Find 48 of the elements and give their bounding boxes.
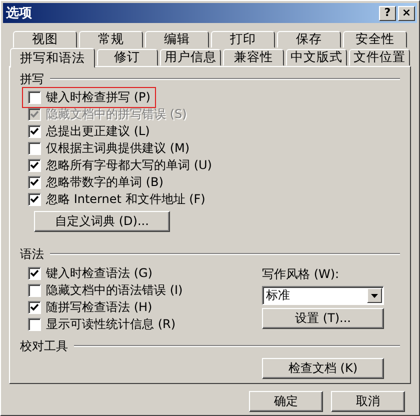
section-title: 语法 [20, 246, 44, 262]
tab[interactable]: 用户信息 [160, 49, 221, 66]
checkbox[interactable] [28, 318, 41, 331]
tab[interactable]: 兼容性 [222, 49, 284, 66]
checkbox[interactable] [28, 267, 41, 280]
tab[interactable]: 编辑 [145, 31, 209, 48]
tab[interactable]: 视图 [13, 31, 77, 48]
custom-dictionary-button[interactable]: 自定义词典 (D)... [34, 211, 170, 232]
checkbox-label[interactable]: 隐藏文档中的语法错误 (I) [46, 282, 183, 299]
checkbox[interactable] [28, 176, 41, 189]
checkbox-label[interactable]: 忽略带数字的单词 (B) [46, 174, 164, 191]
tab[interactable]: 常规 [79, 31, 143, 48]
checkbox[interactable] [28, 159, 41, 172]
section-title: 拼写 [20, 70, 44, 88]
tab[interactable]: 拼写和语法 [10, 48, 95, 68]
tab[interactable]: 中文版式 [286, 49, 347, 66]
checkbox[interactable] [28, 284, 41, 297]
checkbox-label[interactable]: 忽略所有字母都大写的单词 (U) [46, 157, 212, 174]
checkbox-label[interactable]: 随拼写检查语法 (H) [46, 299, 152, 316]
checkmark-icon [30, 303, 39, 312]
close-button[interactable]: × [398, 6, 415, 20]
tab[interactable]: 保存 [277, 31, 341, 48]
checkmark-icon [30, 269, 39, 278]
writing-style-dropdown[interactable]: 标准 [262, 286, 384, 305]
checkbox-label[interactable]: 键入时检查拼写 (P) [46, 89, 150, 106]
cancel-button[interactable]: 取消 [331, 391, 405, 412]
tab[interactable]: 打印 [211, 31, 275, 48]
checkbox-label[interactable]: 忽略 Internet 和文件地址 (F) [46, 191, 206, 208]
checkbox[interactable] [28, 91, 41, 104]
checkbox[interactable] [28, 193, 41, 206]
checkbox[interactable] [28, 301, 41, 314]
writing-style-label: 写作风格 (W): [262, 266, 340, 283]
check-document-button[interactable]: 检查文档 (K) [262, 358, 384, 379]
section-title: 校对工具 [20, 338, 68, 354]
checkbox-label[interactable]: 仅根据主词典提供建议 (M) [46, 140, 190, 157]
settings-button[interactable]: 设置 (T)... [262, 308, 384, 329]
tab[interactable]: 文件位置 [348, 49, 410, 66]
tab[interactable]: 修订 [96, 49, 158, 66]
checkbox-label[interactable]: 显示可读性统计信息 (R) [46, 316, 176, 333]
checkbox[interactable] [28, 142, 41, 155]
tab[interactable]: 安全性 [343, 31, 407, 48]
ok-button[interactable]: 确定 [249, 391, 323, 412]
checkbox-label[interactable]: 总提出更正建议 (L) [46, 123, 150, 140]
checkbox-label[interactable]: 键入时检查语法 (G) [46, 265, 152, 282]
window-title: 选项 [6, 5, 32, 22]
help-button[interactable]: ? [379, 6, 396, 20]
checkbox[interactable] [28, 125, 41, 138]
dropdown-arrow-icon [371, 294, 378, 298]
